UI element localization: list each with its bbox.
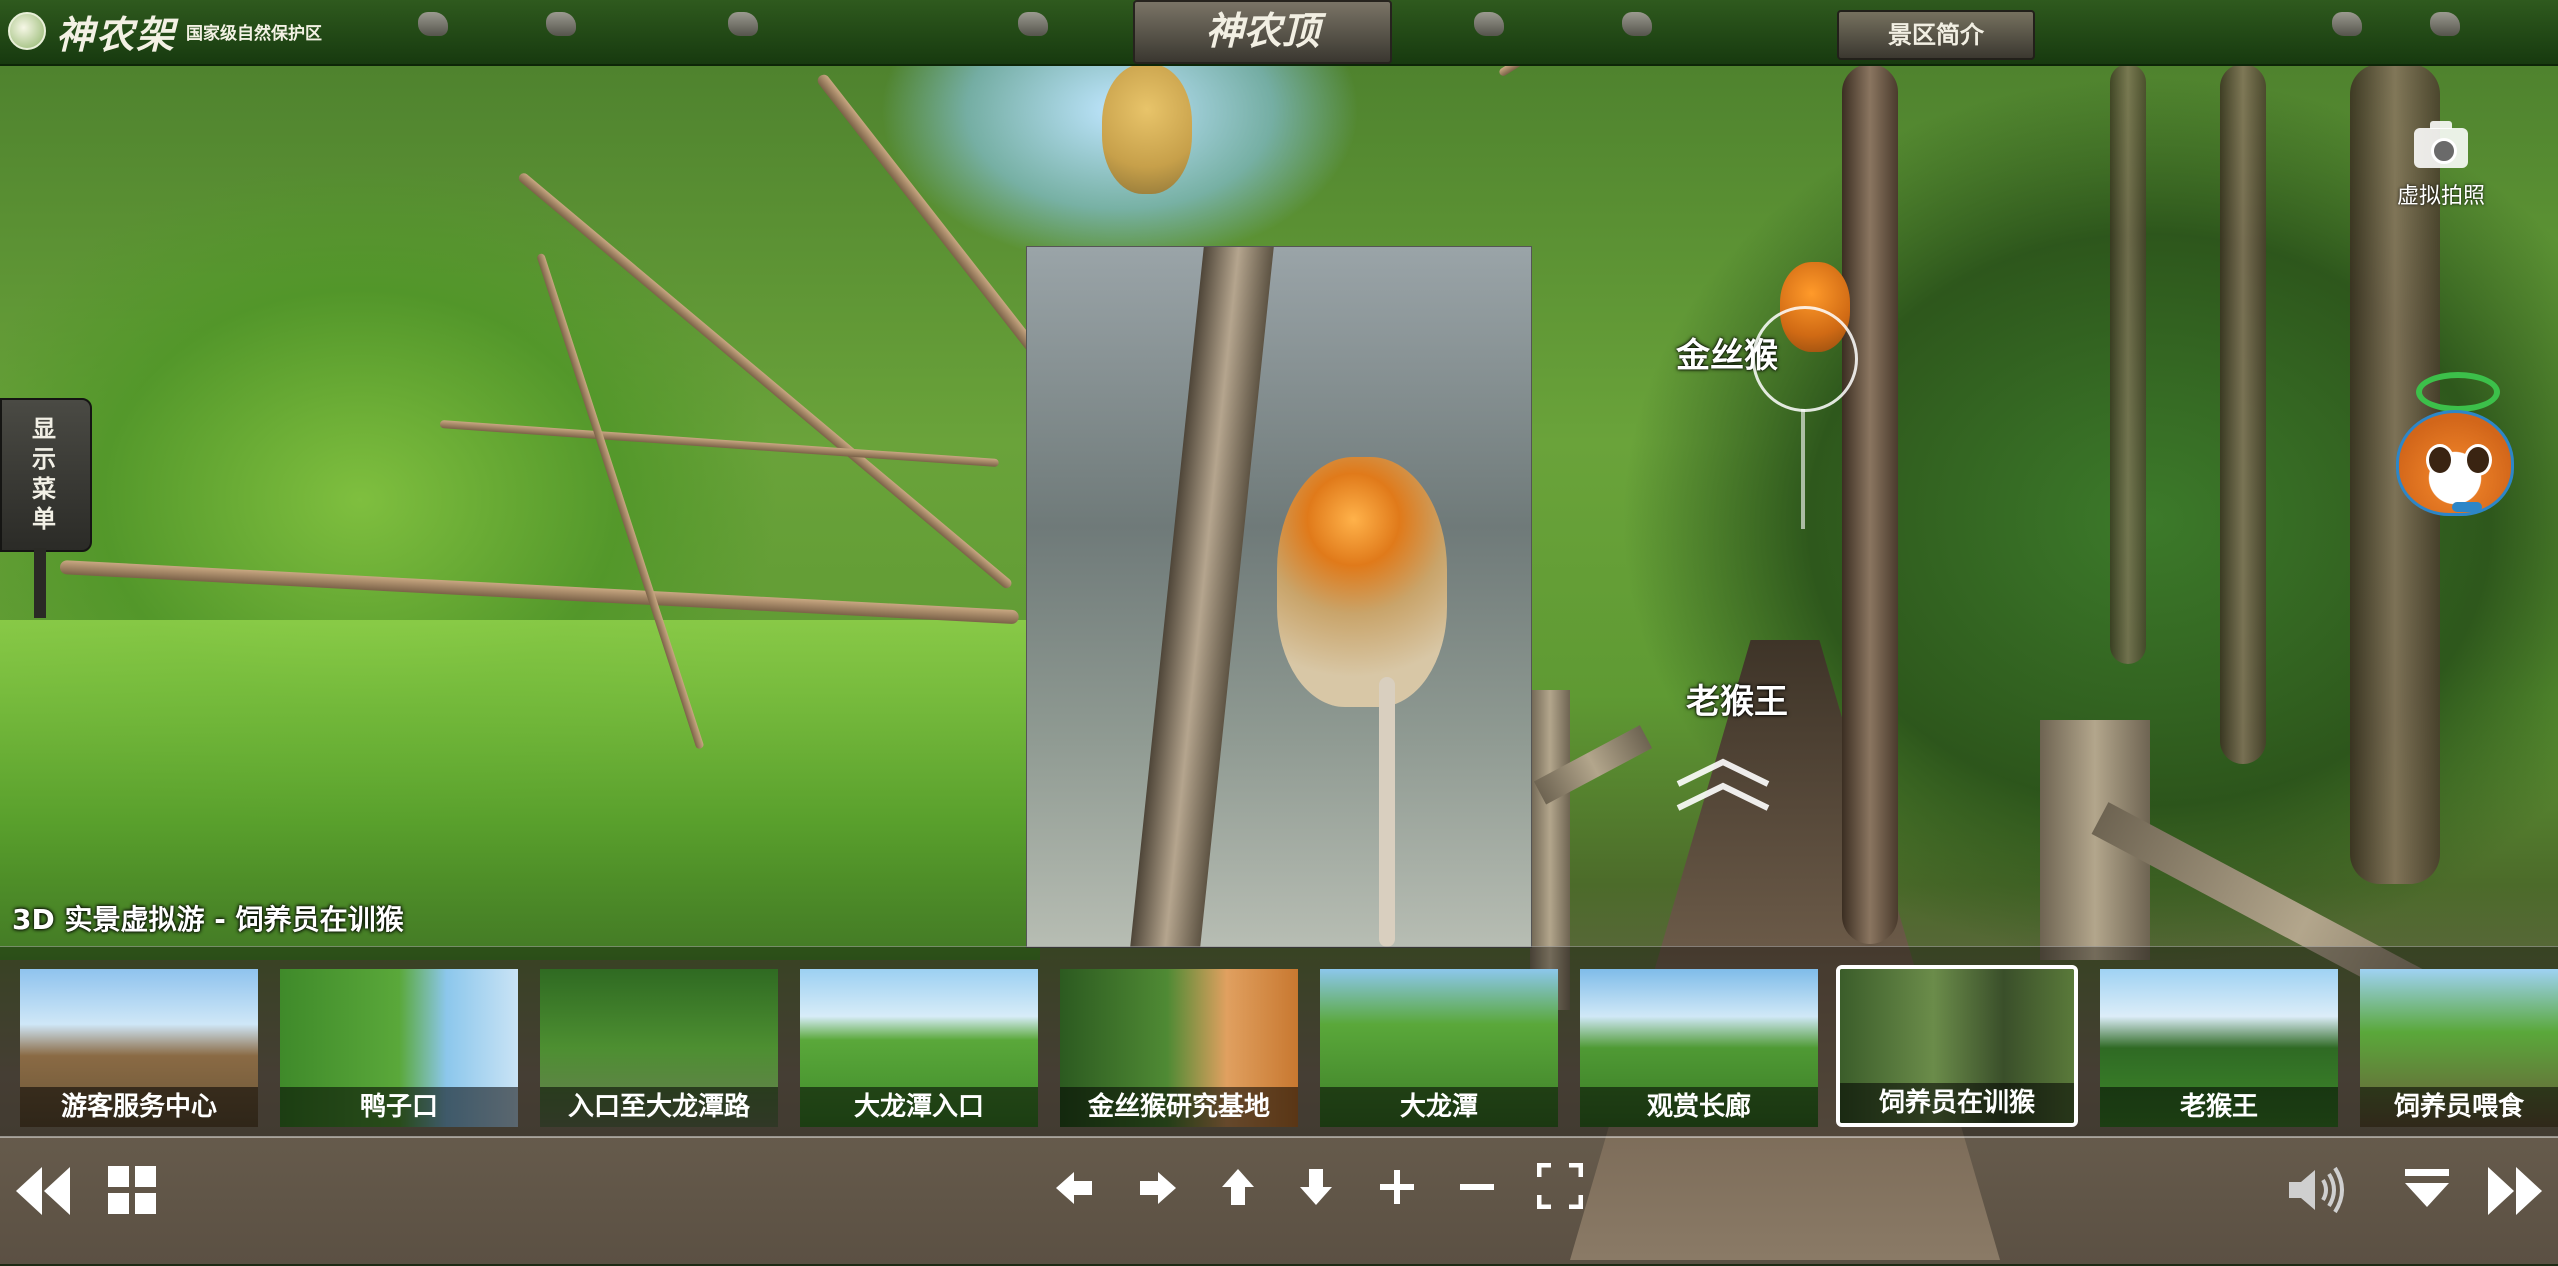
mascot-halo — [2416, 372, 2500, 412]
thumbnail-label: 游客服务中心 — [20, 1087, 258, 1127]
rock-decoration — [2332, 12, 2362, 36]
thumbnail-label: 饲养员在训猴 — [1840, 1083, 2074, 1123]
thumbnail-item-active[interactable]: 饲养员在训猴 — [1836, 965, 2078, 1127]
zoom-out-icon[interactable] — [1456, 1166, 1498, 1208]
thumbnail-label: 金丝猴研究基地 — [1060, 1087, 1298, 1127]
arrow-up-icon[interactable] — [1218, 1166, 1258, 1208]
hotspot-ring-icon[interactable] — [1752, 306, 1858, 529]
thumbnail-item[interactable]: 金丝猴研究基地 — [1060, 969, 1298, 1127]
menu-label-char: 单 — [32, 505, 56, 533]
photo-monkey-tail — [1379, 677, 1395, 947]
tree-trunk — [2110, 64, 2146, 664]
rock-decoration — [1018, 12, 1048, 36]
mascot-eye — [2464, 444, 2492, 476]
rock-decoration — [418, 12, 448, 36]
logo-subtitle: 国家级自然保护区 — [186, 23, 323, 44]
golden-monkey-top — [1102, 64, 1192, 194]
scene-caption: 3D 实景虚拟游 - 饲养员在训猴 — [12, 903, 404, 936]
menu-label-char: 菜 — [32, 475, 56, 503]
thumbnail-label: 观赏长廊 — [1580, 1087, 1818, 1127]
mascot-icon[interactable] — [2382, 372, 2522, 552]
thumbnail-label: 饲养员喂食 — [2360, 1087, 2558, 1127]
grid-icon[interactable] — [104, 1162, 160, 1218]
thumbnail-label: 大龙潭入口 — [800, 1087, 1038, 1127]
rock-decoration — [546, 12, 576, 36]
photo-golden-monkey — [1277, 457, 1447, 707]
thumbnail-item[interactable]: 入口至大龙潭路 — [540, 969, 778, 1127]
virtual-photo-button[interactable]: 虚拟拍照 — [2388, 120, 2494, 240]
photo-tree-trunk — [1130, 247, 1274, 947]
thumbnail-label: 老猴王 — [2100, 1087, 2338, 1127]
rewind-icon[interactable] — [12, 1160, 74, 1222]
thumbnail-item[interactable]: 观赏长廊 — [1580, 969, 1818, 1127]
sign-pole — [34, 548, 46, 618]
rock-decoration — [2430, 12, 2460, 36]
arrow-down-icon[interactable] — [1296, 1166, 1336, 1208]
logo[interactable]: 神农架 国家级自然保护区 — [8, 6, 323, 57]
arrow-right-icon[interactable] — [1138, 1168, 1178, 1208]
thumbnail-item[interactable]: 老猴王 — [2100, 969, 2338, 1127]
virtual-photo-label: 虚拟拍照 — [2396, 184, 2485, 209]
forward-arrow-icon[interactable] — [1668, 756, 1778, 816]
show-menu-button[interactable]: 显 示 菜 单 — [0, 398, 92, 552]
hotspot-photo-popup[interactable] — [1026, 246, 1532, 948]
tree-trunk — [2220, 64, 2266, 764]
thumbnail-item[interactable]: 大龙潭 — [1320, 969, 1558, 1127]
menu-label-char: 显 — [32, 415, 56, 443]
collapse-icon[interactable] — [2402, 1166, 2452, 1210]
rock-decoration — [1474, 12, 1504, 36]
thumbnail-item[interactable]: 鸭子口 — [280, 969, 518, 1127]
intro-button[interactable]: 景区简介 — [1837, 10, 2035, 60]
camera-icon — [2414, 121, 2468, 168]
control-bar — [0, 1136, 2558, 1266]
logo-brand: 神农架 — [56, 11, 177, 57]
thumbnail-label: 大龙潭 — [1320, 1087, 1558, 1127]
thumbnail-item[interactable]: 游客服务中心 — [20, 969, 258, 1127]
thumbnail-label: 鸭子口 — [280, 1087, 518, 1127]
menu-label-char: 示 — [32, 445, 56, 473]
thumbnail-strip: 游客服务中心 鸭子口 入口至大龙潭路 大龙潭入口 金丝猴研究基地 大龙潭 观赏长… — [0, 946, 2558, 1137]
thumbnail-item[interactable]: 大龙潭入口 — [800, 969, 1038, 1127]
logo-emblem-icon — [8, 12, 46, 50]
thumbnail-item[interactable]: 饲养员喂食 — [2360, 969, 2558, 1127]
zoom-in-icon[interactable] — [1376, 1166, 1418, 1208]
tree-trunk — [1842, 64, 1898, 944]
mascot-head — [2396, 410, 2514, 516]
speaker-icon[interactable] — [2284, 1160, 2354, 1220]
rock-decoration — [728, 12, 758, 36]
fullscreen-icon[interactable] — [1536, 1162, 1584, 1210]
thumbnail-label: 入口至大龙潭路 — [540, 1087, 778, 1127]
fast-forward-icon[interactable] — [2484, 1160, 2546, 1222]
mascot-mic — [2452, 502, 2482, 512]
branch — [59, 560, 1020, 625]
arrow-left-icon[interactable] — [1054, 1168, 1094, 1208]
rock-decoration — [1622, 12, 1652, 36]
scene-title: 神农顶 — [1133, 0, 1392, 64]
show-menu-label: 显 示 菜 单 — [24, 414, 64, 534]
branch — [439, 420, 999, 468]
hotspot-old-monkey-king-label[interactable]: 老猴王 — [1686, 674, 1788, 723]
top-bar: 神农架 国家级自然保护区 神农顶 景区简介 — [0, 0, 2558, 66]
mascot-eye — [2426, 444, 2454, 476]
